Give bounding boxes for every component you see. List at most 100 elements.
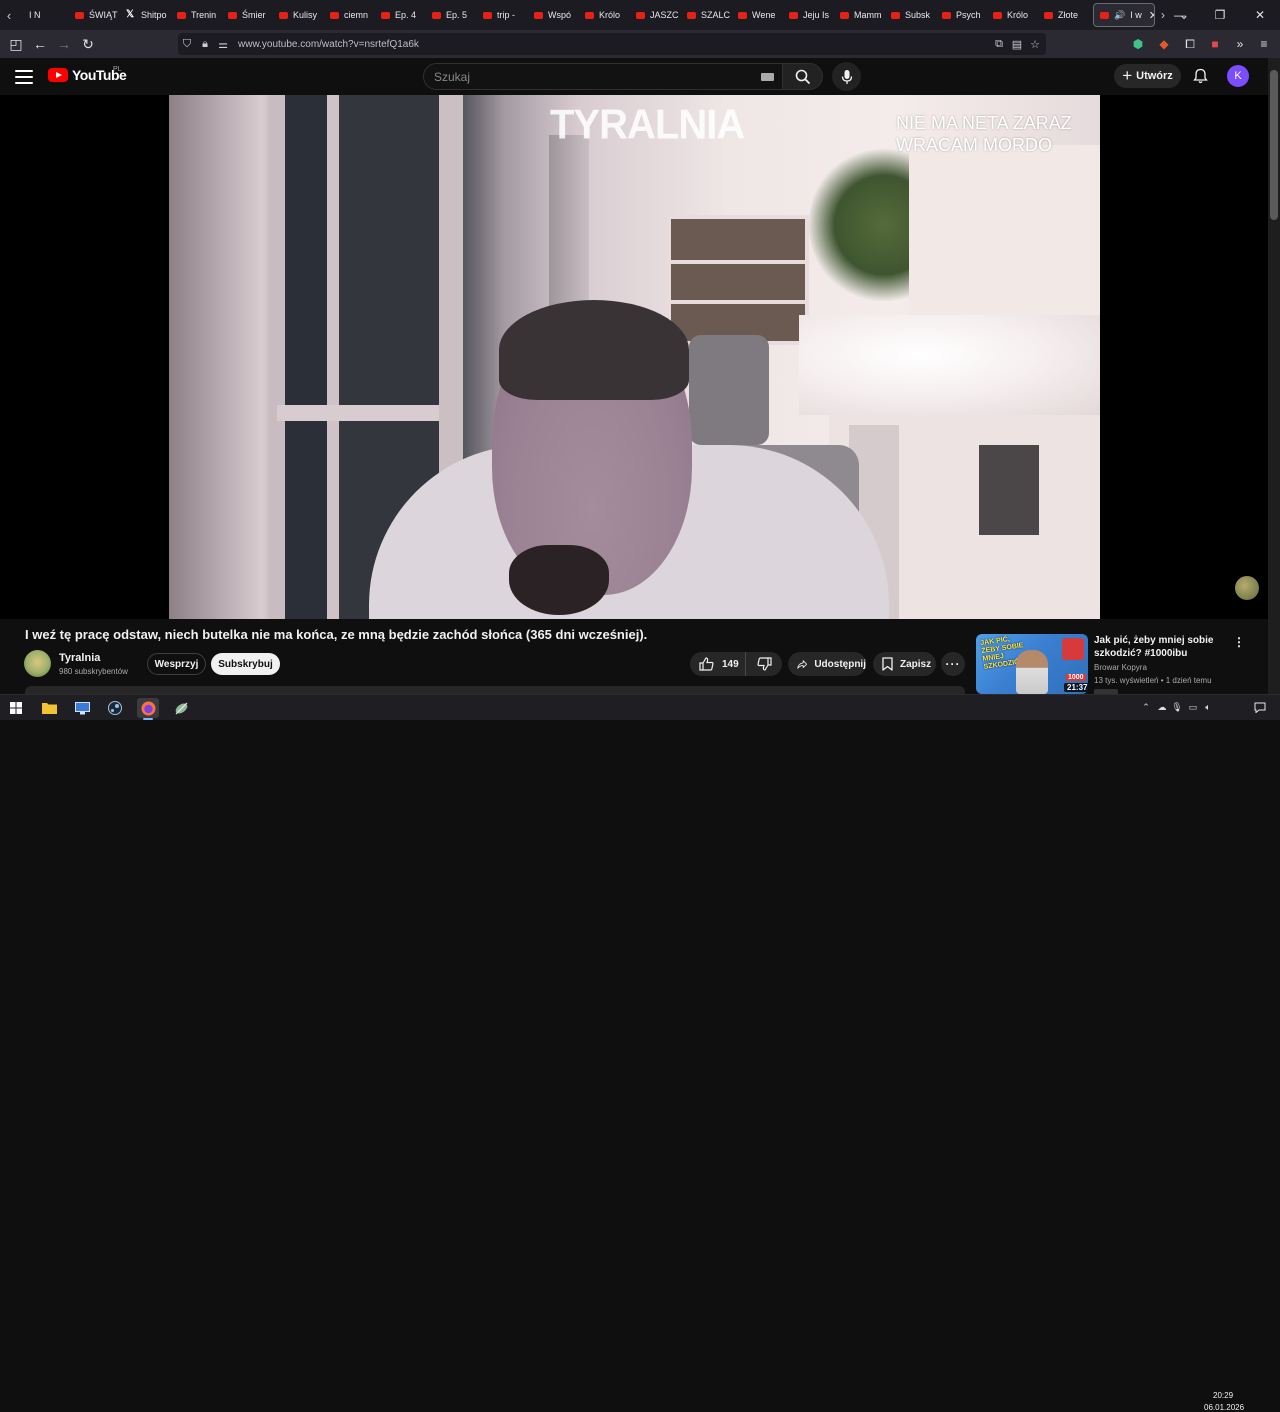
- back-arrow-icon[interactable]: ←: [28, 32, 52, 56]
- steam-icon[interactable]: [104, 698, 126, 718]
- close-window-button[interactable]: ✕: [1240, 0, 1280, 30]
- create-button[interactable]: + Utwórz: [1114, 64, 1181, 88]
- overflow-menu-icon[interactable]: »: [1231, 35, 1249, 53]
- browser-tab[interactable]: Wspó: [528, 3, 579, 27]
- speaker-icon[interactable]: 🔊: [1114, 10, 1125, 21]
- youtube-icon: [738, 11, 747, 19]
- show-hidden-icons-chevron-icon[interactable]: ⌃: [1139, 699, 1153, 715]
- browser-tab[interactable]: Złote: [1038, 3, 1089, 27]
- recommended-video-title[interactable]: Jak pić, żeby mniej sobie szkodzić? #100…: [1094, 634, 1224, 660]
- browser-tab[interactable]: I N: [18, 3, 69, 27]
- subscribe-button[interactable]: Subskrybuj: [211, 653, 280, 675]
- browser-tab[interactable]: JASZC: [630, 3, 681, 27]
- file-explorer-icon[interactable]: [38, 698, 60, 718]
- network-icon[interactable]: ▭: [1186, 699, 1200, 715]
- save-button[interactable]: Zapisz: [873, 652, 936, 676]
- browser-tab[interactable]: Śmier: [222, 3, 273, 27]
- notifications-button[interactable]: [1189, 65, 1211, 87]
- tab-active[interactable]: 🔊 I w ✕: [1093, 3, 1155, 27]
- tab-label: Królo: [599, 10, 621, 20]
- shield-icon[interactable]: ⛉: [178, 33, 196, 55]
- thumbs-up-icon: [699, 657, 714, 671]
- account-avatar[interactable]: K: [1227, 65, 1249, 87]
- minimize-window-button[interactable]: —: [1160, 0, 1200, 30]
- browser-tab[interactable]: Kulisy: [273, 3, 324, 27]
- notification-center-icon[interactable]: [1252, 699, 1268, 715]
- firefox-icon[interactable]: [137, 698, 159, 720]
- thumbnail-badge: 1000: [1066, 674, 1086, 681]
- clock-date[interactable]: 06.01.2026: [1204, 1403, 1244, 1412]
- browser-tab[interactable]: 𝕏 Shitpo: [120, 3, 171, 27]
- recommended-video-channel[interactable]: Browar Kopyra: [1094, 663, 1147, 672]
- youtube-icon: [789, 11, 798, 19]
- address-bar[interactable]: ⛉ 🔒︎ ⚌ www.youtube.com/watch?v=nsrtefQ1a…: [178, 33, 1046, 55]
- steam-logo-icon: [108, 701, 122, 715]
- browser-tab[interactable]: Mamm: [834, 3, 885, 27]
- search-button[interactable]: [783, 63, 823, 90]
- save-label: Zapisz: [900, 658, 932, 670]
- search-input[interactable]: [434, 69, 734, 84]
- browser-tab[interactable]: Psych: [936, 3, 987, 27]
- microphone-tray-icon[interactable]: 🎙︎: [1170, 699, 1184, 715]
- search-box: [423, 63, 783, 90]
- video-frame[interactable]: TYRALNIA NIE MA NETA ZARAZ WRACAM MORDO: [169, 95, 1100, 619]
- youtube-icon: [75, 11, 84, 19]
- channel-avatar[interactable]: [24, 650, 51, 677]
- browser-tab[interactable]: trip -: [477, 3, 528, 27]
- shelf-unit: [667, 215, 809, 345]
- extension-ublock-icon[interactable]: ■: [1206, 35, 1224, 53]
- join-button[interactable]: Wesprzyj: [147, 653, 206, 675]
- close-tab-icon[interactable]: ✕: [1149, 9, 1154, 22]
- permissions-icon[interactable]: ⚌: [214, 33, 232, 55]
- like-dislike-group: 149: [690, 652, 782, 676]
- channel-name[interactable]: Tyralnia: [59, 652, 100, 664]
- extensions-puzzle-icon[interactable]: ⧠: [1181, 35, 1199, 53]
- hamburger-menu-icon[interactable]: [14, 67, 34, 87]
- browser-tab[interactable]: ciemn: [324, 3, 375, 27]
- scrollbar-thumb[interactable]: [1270, 70, 1278, 220]
- extension-shield-icon[interactable]: ⬢: [1129, 35, 1147, 53]
- dislike-button[interactable]: [746, 652, 782, 676]
- recommended-video-thumbnail[interactable]: JAK PIĆ, ŻEBY SOBIE MNIEJ SZKODZIĆ? 1000…: [976, 634, 1088, 694]
- tab-label: Królo: [1007, 10, 1029, 20]
- tabs-scroll-left-icon[interactable]: ‹: [0, 0, 18, 30]
- bookmark-star-icon[interactable]: ☆: [1026, 33, 1044, 55]
- like-button[interactable]: 149: [690, 652, 746, 676]
- forward-arrow-icon[interactable]: →: [52, 32, 76, 56]
- floating-channel-avatar[interactable]: [1235, 576, 1259, 600]
- app-menu-icon[interactable]: ≡: [1255, 35, 1273, 53]
- app-icon[interactable]: [170, 698, 192, 718]
- cloud-icon[interactable]: ☁: [1155, 699, 1169, 715]
- windows-logo-icon: [10, 702, 22, 714]
- browser-tab[interactable]: ŚWIĄT: [69, 3, 120, 27]
- browser-tab[interactable]: Ep. 4: [375, 3, 426, 27]
- kebab-menu-icon[interactable]: ⋮: [1232, 634, 1246, 650]
- reader-view-icon[interactable]: ▤: [1008, 33, 1026, 55]
- browser-tab[interactable]: Królo: [579, 3, 630, 27]
- extension-fox-icon[interactable]: ◆: [1155, 35, 1173, 53]
- url-text[interactable]: www.youtube.com/watch?v=nsrtefQ1a6k: [238, 39, 419, 50]
- browser-tab[interactable]: Ep. 5: [426, 3, 477, 27]
- browser-tab[interactable]: SZALC: [681, 3, 732, 27]
- voice-search-button[interactable]: [832, 62, 861, 91]
- remote-desktop-icon[interactable]: [71, 698, 93, 718]
- volume-icon[interactable]: 🔈︎: [1201, 699, 1215, 715]
- browser-tab[interactable]: Wene: [732, 3, 783, 27]
- description-box[interactable]: [25, 686, 965, 694]
- browser-tab[interactable]: Jeju Is: [783, 3, 834, 27]
- browser-tab[interactable]: Królo: [987, 3, 1038, 27]
- browser-tab[interactable]: Trenin: [171, 3, 222, 27]
- reload-icon[interactable]: ↻: [76, 32, 100, 56]
- picture-in-picture-icon[interactable]: ⧉: [990, 33, 1008, 55]
- browser-tab[interactable]: Subsk: [885, 3, 936, 27]
- video-player[interactable]: TYRALNIA NIE MA NETA ZARAZ WRACAM MORDO: [0, 95, 1268, 619]
- start-button[interactable]: [5, 698, 27, 718]
- clock-time[interactable]: 20:29: [1213, 1391, 1233, 1400]
- more-actions-button[interactable]: ···: [941, 652, 965, 676]
- keyboard-icon[interactable]: [761, 73, 774, 81]
- restore-window-button[interactable]: ❐: [1200, 0, 1240, 30]
- lock-icon[interactable]: 🔒︎: [196, 33, 214, 55]
- sidebar-toggle-icon[interactable]: ◰: [4, 32, 28, 56]
- share-button[interactable]: Udostępnij: [788, 652, 866, 676]
- thumbnail-logo: [1062, 638, 1084, 660]
